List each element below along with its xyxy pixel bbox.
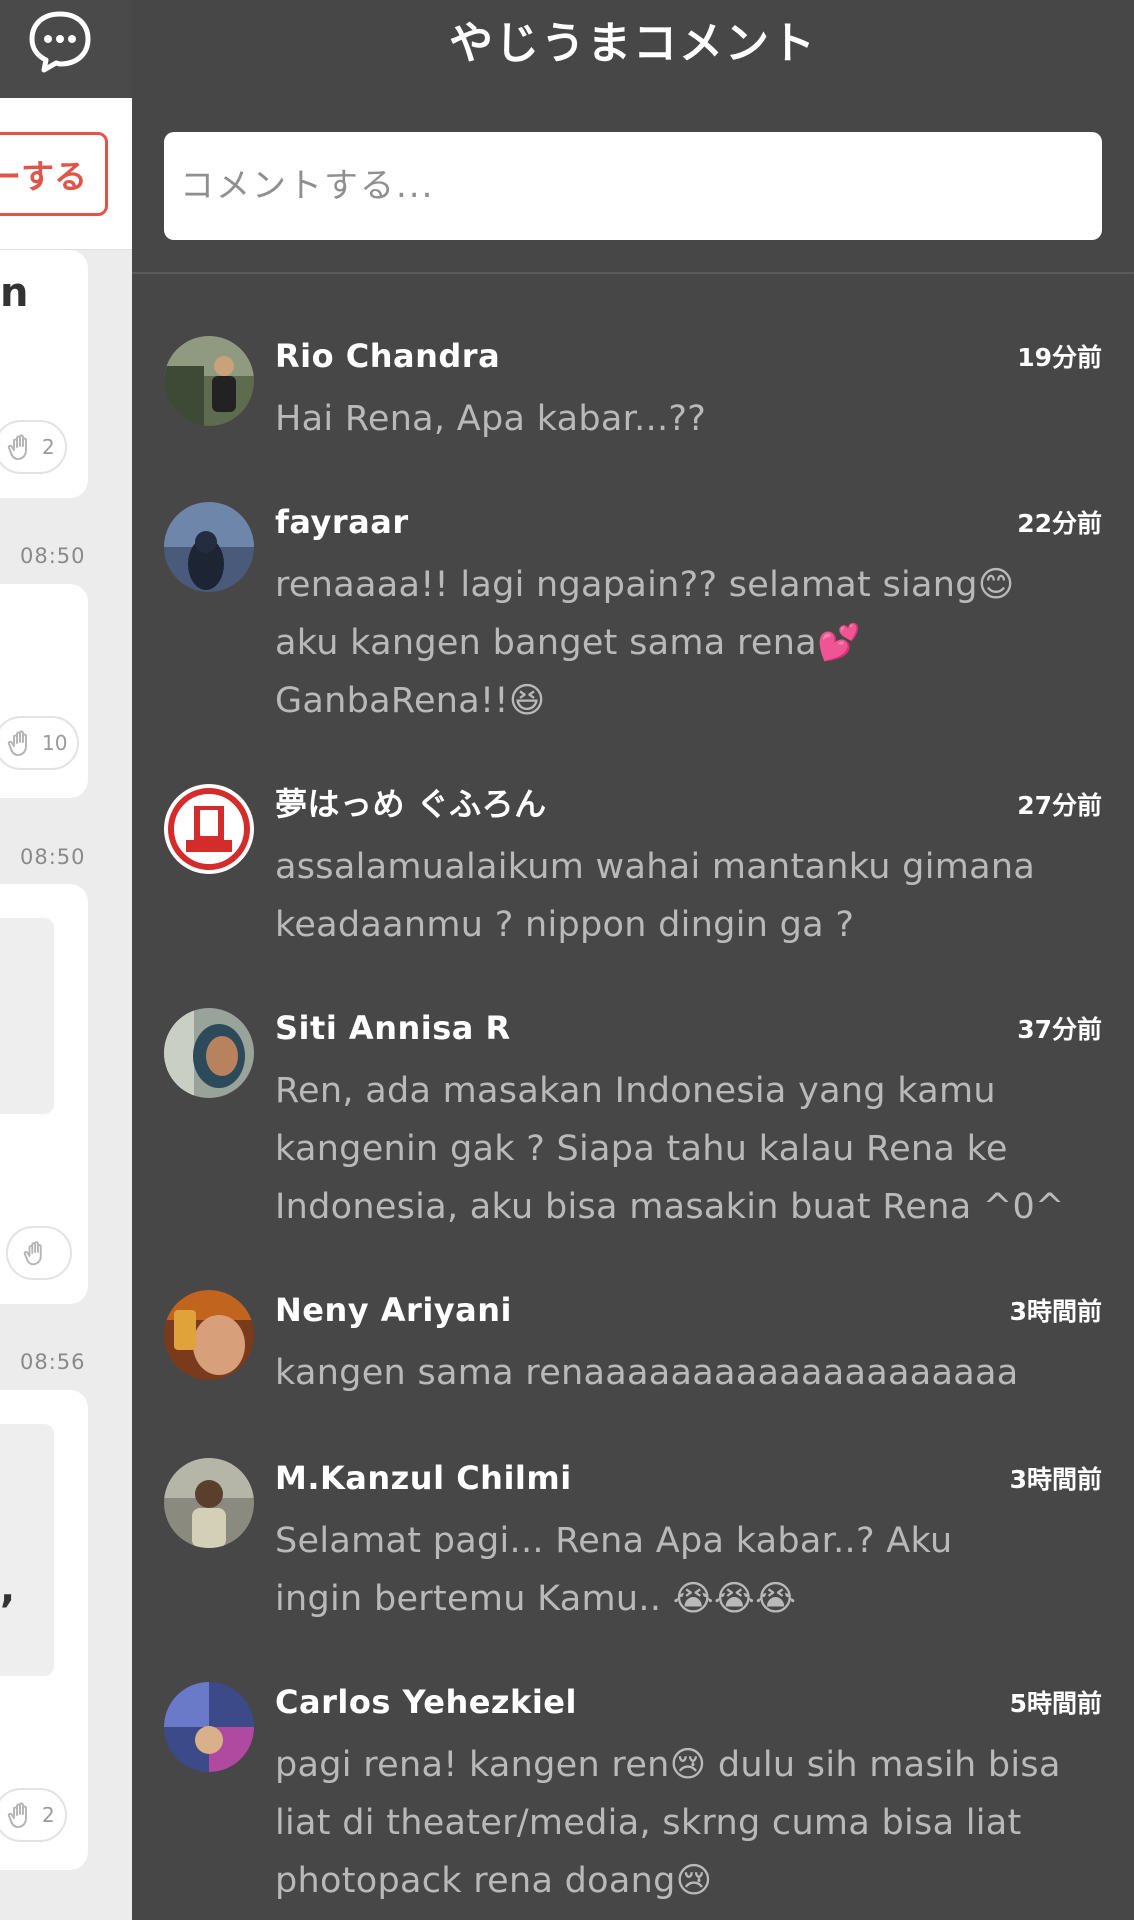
feed-card — [0, 884, 88, 1304]
comment-time: 22分前 — [1017, 509, 1102, 538]
avatar[interactable] — [164, 336, 254, 426]
comment-text: Selamat pagi... Rena Apa kabar..? Aku in… — [275, 1521, 953, 1619]
comments-overlay: やじうまコメント Rio Chandra 19分前 Hai Rena, Apa … — [132, 0, 1134, 1920]
avatar[interactable] — [164, 1008, 254, 1098]
comment-text: renaaaa!! lagi ngapain?? selamat siang😊 … — [275, 565, 1015, 721]
avatar[interactable] — [164, 1458, 254, 1548]
clap-icon — [7, 730, 27, 757]
comment-time: 3時間前 — [1009, 1297, 1102, 1326]
left-header: ーする — [0, 98, 132, 250]
follow-button[interactable]: ーする — [0, 132, 108, 216]
clap-count: 2 — [42, 1803, 55, 1827]
avatar[interactable] — [164, 784, 254, 874]
comment-author[interactable]: Neny Ariyani — [275, 1290, 512, 1330]
feed-card: 10 — [0, 584, 88, 798]
comment-input[interactable] — [164, 132, 1102, 240]
clap-icon — [23, 1241, 42, 1266]
divider — [132, 272, 1134, 274]
comment-time: 19分前 — [1017, 343, 1102, 372]
comment-text: assalamualaikum wahai mantanku gimana ke… — [275, 847, 1036, 945]
clap-button[interactable]: 10 — [0, 716, 80, 770]
comment-time: 5時間前 — [1009, 1689, 1102, 1718]
feed-card: , 2 — [0, 1390, 88, 1870]
comment-author[interactable]: Siti Annisa R — [275, 1008, 511, 1048]
comment-text: Hai Rena, Apa kabar...?? — [275, 399, 707, 439]
comment-author[interactable]: 夢はっめ ぐふろん — [275, 784, 547, 824]
comment-time: 27分前 — [1017, 791, 1102, 820]
clap-count: 10 — [42, 731, 68, 755]
comment-author[interactable]: fayraar — [275, 502, 409, 542]
comment-text: pagi rena! kangen ren😢 dulu sih masih bi… — [275, 1745, 1061, 1901]
card-text-fragment: n — [0, 270, 29, 316]
comment-time: 3時間前 — [1009, 1465, 1102, 1494]
left-top-bar — [0, 0, 132, 98]
timestamp: 08:50 — [20, 845, 86, 869]
avatar[interactable] — [164, 502, 254, 592]
clap-button[interactable] — [6, 1226, 72, 1280]
clap-icon — [7, 1802, 27, 1829]
chat-bubble-icon[interactable] — [24, 8, 96, 74]
comment-author[interactable]: Rio Chandra — [275, 336, 500, 376]
clap-button[interactable]: 2 — [0, 1788, 67, 1842]
timestamp: 08:50 — [20, 544, 86, 568]
card-image-placeholder — [0, 1424, 54, 1676]
overlay-title: やじうまコメント — [449, 18, 817, 69]
card-text-fragment: , — [0, 1566, 16, 1612]
comment-author[interactable]: Carlos Yehezkiel — [275, 1682, 577, 1722]
comment-text: kangen sama renaaaaaaaaaaaaaaaaaaaa — [275, 1353, 1019, 1393]
avatar[interactable] — [164, 1290, 254, 1380]
clap-button[interactable]: 2 — [0, 420, 67, 474]
clap-count: 2 — [42, 435, 55, 459]
comment-author[interactable]: M.Kanzul Chilmi — [275, 1458, 572, 1498]
card-image-placeholder — [0, 918, 54, 1114]
timestamp: 08:56 — [20, 1350, 86, 1374]
avatar[interactable] — [164, 1682, 254, 1772]
background-panel: ーする n 2 08:50 10 08:50 08:56 , 2 — [0, 0, 132, 1920]
comment-time: 37分前 — [1017, 1015, 1102, 1044]
comment-text: Ren, ada masakan Indonesia yang kamu kan… — [275, 1071, 1065, 1227]
clap-icon — [7, 434, 27, 461]
feed-card: n 2 — [0, 250, 88, 498]
